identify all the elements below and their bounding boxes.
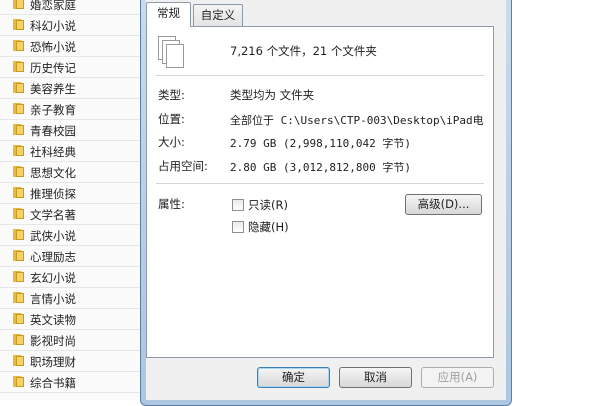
folder-list-item[interactable]: 英文读物 bbox=[0, 309, 140, 330]
folder-icon bbox=[13, 0, 24, 9]
folder-name: 英文读物 bbox=[30, 313, 76, 327]
advanced-button[interactable]: 高级(D)... bbox=[405, 194, 482, 215]
folder-icon bbox=[13, 376, 24, 387]
size-on-disk-label: 占用空间: bbox=[158, 159, 208, 173]
folder-name: 青春校园 bbox=[30, 124, 76, 138]
folder-name: 亲子教育 bbox=[30, 103, 76, 117]
folder-name: 职场理财 bbox=[30, 355, 76, 369]
cancel-button[interactable]: 取消 bbox=[339, 367, 412, 388]
readonly-label: 只读(R) bbox=[248, 198, 288, 212]
folder-name: 社科经典 bbox=[30, 145, 76, 159]
folder-list-item[interactable]: 思想文化 bbox=[0, 162, 140, 183]
folder-list-item[interactable]: 科幻小说 bbox=[0, 15, 140, 36]
folder-icon bbox=[13, 19, 24, 30]
file-list: 婚恋家庭科幻小说恐怖小说历史传记美容养生亲子教育青春校园社科经典思想文化推理侦探… bbox=[0, 0, 141, 400]
folder-list-item[interactable]: 亲子教育 bbox=[0, 99, 140, 120]
size-label: 大小: bbox=[158, 135, 185, 149]
folder-name: 婚恋家庭 bbox=[30, 0, 76, 12]
folder-name: 影视时尚 bbox=[30, 334, 76, 348]
folder-list-item[interactable]: 美容养生 bbox=[0, 78, 140, 99]
folder-icon bbox=[13, 166, 24, 177]
folder-icon bbox=[13, 271, 24, 282]
ok-button[interactable]: 确定 bbox=[257, 367, 330, 388]
folder-list-item[interactable]: 玄幻小说 bbox=[0, 267, 140, 288]
size-value: 2.79 GB (2,998,110,042 字节) bbox=[230, 137, 411, 150]
folder-icon bbox=[13, 334, 24, 345]
folder-list-item[interactable]: 婚恋家庭 bbox=[0, 0, 140, 15]
folder-name: 美容养生 bbox=[30, 82, 76, 96]
folder-icon bbox=[13, 250, 24, 261]
folder-list-item[interactable]: 推理侦探 bbox=[0, 183, 140, 204]
folder-name: 历史传记 bbox=[30, 61, 76, 75]
tab-bar: 常规 自定义 bbox=[146, 0, 506, 27]
hidden-checkbox[interactable] bbox=[232, 221, 244, 233]
attributes-label: 属性: bbox=[158, 197, 185, 211]
folder-name: 恐怖小说 bbox=[30, 40, 76, 54]
background-area bbox=[512, 0, 600, 400]
folder-list-item[interactable]: 影视时尚 bbox=[0, 330, 140, 351]
folder-list-item[interactable]: 青春校园 bbox=[0, 120, 140, 141]
tab-general[interactable]: 常规 bbox=[146, 2, 191, 27]
folder-icon bbox=[13, 313, 24, 324]
folder-list-item[interactable]: 心理励志 bbox=[0, 246, 140, 267]
folder-list-item[interactable]: 武侠小说 bbox=[0, 225, 140, 246]
folder-icon bbox=[13, 103, 24, 114]
folder-list-item[interactable]: 言情小说 bbox=[0, 288, 140, 309]
location-value: 全部位于 C:\Users\CTP-003\Desktop\iPad电子 bbox=[230, 114, 484, 127]
folder-icon bbox=[13, 208, 24, 219]
files-folders-summary: 7,216 个文件，21 个文件夹 bbox=[230, 44, 377, 58]
folder-icon bbox=[13, 124, 24, 135]
readonly-checkbox[interactable] bbox=[232, 199, 244, 211]
folder-icon bbox=[13, 40, 24, 51]
folder-list-item[interactable]: 职场理财 bbox=[0, 351, 140, 372]
folder-icon bbox=[13, 82, 24, 93]
folder-name: 推理侦探 bbox=[30, 187, 76, 201]
folder-icon bbox=[13, 61, 24, 72]
folder-name: 玄幻小说 bbox=[30, 271, 76, 285]
folder-icon bbox=[13, 187, 24, 198]
folder-name: 思想文化 bbox=[30, 166, 76, 180]
folder-list-item[interactable]: 恐怖小说 bbox=[0, 36, 140, 57]
folder-name: 科幻小说 bbox=[30, 19, 76, 33]
folder-icon bbox=[13, 229, 24, 240]
folder-icon bbox=[13, 145, 24, 156]
folder-name: 综合书籍 bbox=[30, 376, 76, 390]
folder-icon bbox=[13, 292, 24, 303]
type-value: 类型均为 文件夹 bbox=[230, 88, 315, 102]
folder-name: 武侠小说 bbox=[30, 229, 76, 243]
tab-custom[interactable]: 自定义 bbox=[193, 4, 243, 26]
folder-list-item[interactable]: 历史传记 bbox=[0, 57, 140, 78]
hidden-label: 隐藏(H) bbox=[248, 220, 289, 234]
type-label: 类型: bbox=[158, 88, 185, 102]
multiple-files-icon bbox=[158, 36, 186, 70]
folder-list-item[interactable]: 综合书籍 bbox=[0, 372, 140, 393]
folder-list-item[interactable]: 文学名著 bbox=[0, 204, 140, 225]
apply-button[interactable]: 应用(A) bbox=[421, 367, 494, 388]
folder-name: 言情小说 bbox=[30, 292, 76, 306]
folder-name: 文学名著 bbox=[30, 208, 76, 222]
folder-icon bbox=[13, 355, 24, 366]
separator bbox=[156, 75, 484, 77]
separator bbox=[156, 183, 484, 185]
location-label: 位置: bbox=[158, 112, 185, 126]
folder-name: 心理励志 bbox=[30, 250, 76, 264]
size-on-disk-value: 2.80 GB (3,012,812,800 字节) bbox=[230, 161, 411, 174]
folder-list-item[interactable]: 社科经典 bbox=[0, 141, 140, 162]
